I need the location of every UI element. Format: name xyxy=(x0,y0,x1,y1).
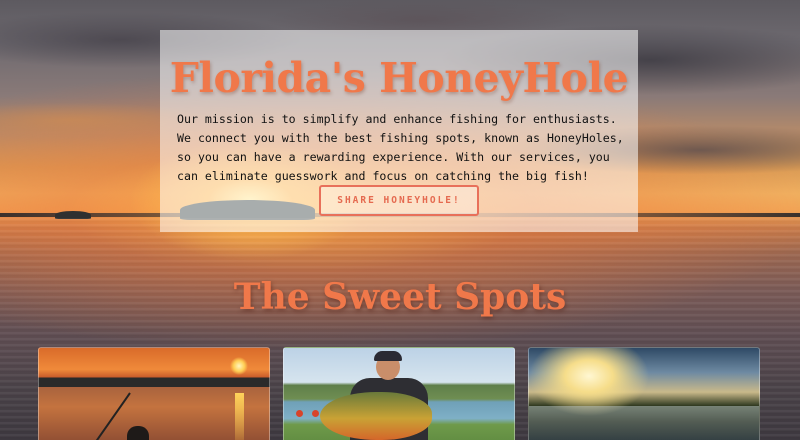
sweet-spot-card-misty-lake[interactable] xyxy=(528,347,760,440)
sweet-spot-card-peacock-bass[interactable] xyxy=(283,347,515,440)
fishing-rod xyxy=(89,392,131,440)
angler-silhouette xyxy=(127,426,149,440)
sweet-spot-card-sunset-fishing[interactable] xyxy=(38,347,270,440)
hero-panel: Florida's HoneyHole Our mission is to si… xyxy=(160,30,638,232)
site-title: Florida's HoneyHole xyxy=(169,54,629,102)
angler-cap xyxy=(374,351,402,361)
sun-reflection xyxy=(235,393,244,440)
sweet-spots-title: The Sweet Spots xyxy=(233,276,567,318)
share-honeyhole-button[interactable]: SHARE HONEYHOLE! xyxy=(319,185,479,216)
distant-island xyxy=(55,211,91,219)
mission-statement: Our mission is to simplify and enhance f… xyxy=(177,112,624,183)
buoy xyxy=(312,410,319,417)
morning-mist xyxy=(529,406,759,440)
peacock-bass xyxy=(320,392,432,440)
buoy xyxy=(296,410,303,417)
